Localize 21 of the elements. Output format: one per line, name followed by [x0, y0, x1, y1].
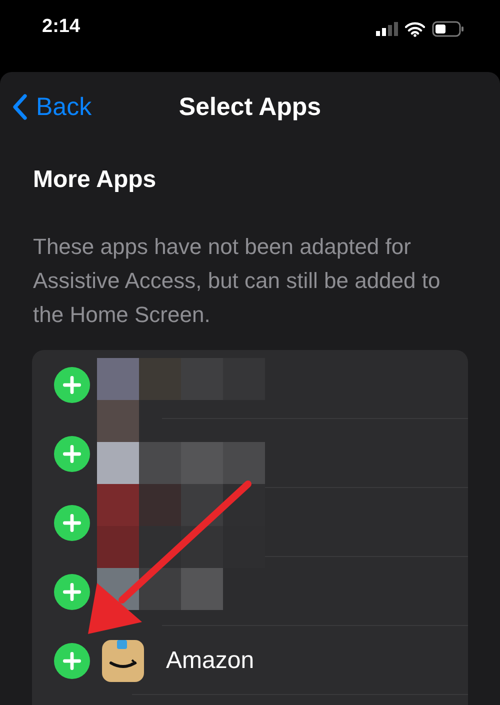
plus-icon: [63, 652, 81, 670]
add-button[interactable]: [54, 366, 90, 402]
add-button[interactable]: [54, 574, 90, 610]
section-heading: More Apps: [33, 166, 158, 194]
plus-icon: [63, 514, 81, 532]
section-description: These apps have not been adapted for Assistive Access, but can still be added to the Home Screen.: [33, 233, 442, 329]
add-button[interactable]: [54, 436, 90, 472]
add-button[interactable]: [54, 642, 90, 678]
add-button[interactable]: [54, 504, 90, 540]
plus-icon: [63, 376, 81, 394]
wifi-icon: [405, 22, 425, 36]
app-icon: [102, 640, 144, 682]
signal-icon: [376, 22, 398, 36]
back-button[interactable]: Back: [12, 92, 92, 122]
plus-icon: [63, 582, 81, 600]
back-chevron-icon: [12, 93, 28, 121]
status-time: 2:14: [42, 16, 80, 38]
app-name: Amazon: [166, 646, 254, 674]
page-title: Select Apps: [178, 92, 322, 122]
plus-icon: [63, 444, 81, 462]
battery-icon: [432, 21, 464, 37]
